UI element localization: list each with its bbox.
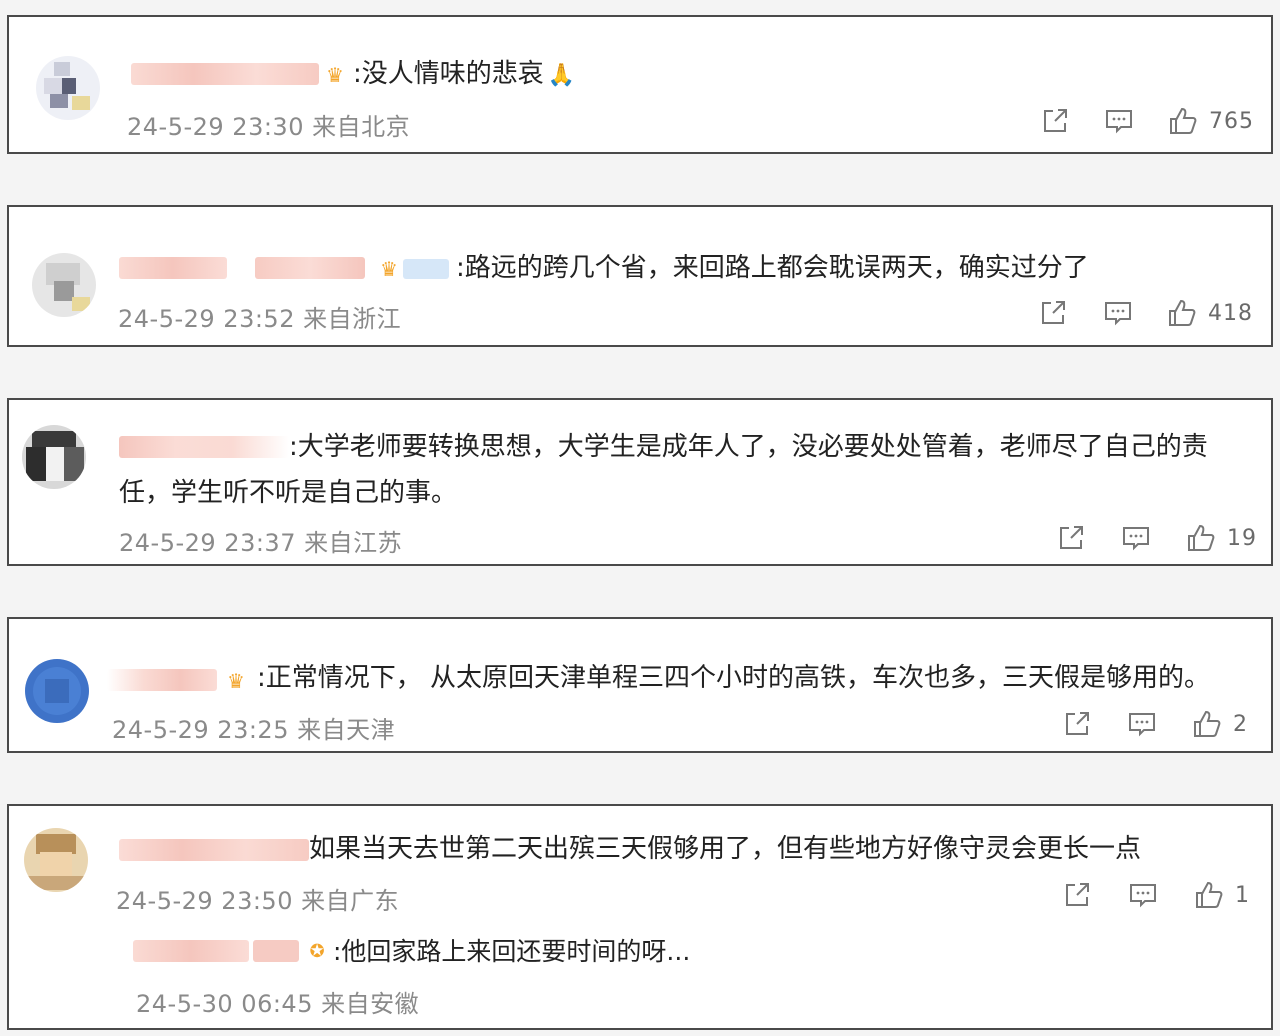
comment-button[interactable]	[1102, 297, 1134, 329]
timestamp: 24-5-29 23:52	[118, 305, 295, 333]
comment-card: ♛ :路远的跨几个省，来回路上都会耽误两天，确实过分了 24-5-29 23:5…	[7, 205, 1273, 347]
reply-text: :他回家路上来回还要时间的呀...	[333, 937, 691, 966]
like-count: 2	[1233, 711, 1248, 737]
crown-badge-icon: ♛	[380, 257, 398, 281]
blurred-username[interactable]	[119, 257, 227, 279]
blurred-username[interactable]	[133, 940, 249, 962]
share-button[interactable]	[1039, 105, 1071, 137]
blurred-username[interactable]	[131, 63, 319, 85]
like-button[interactable]: 2	[1191, 708, 1248, 740]
location: 来自江苏	[304, 529, 403, 557]
praying-hands-icon: 🙏	[547, 63, 576, 88]
comment-icon	[1126, 708, 1158, 740]
share-icon	[1037, 297, 1069, 329]
comment-meta: 24-5-29 23:30 来自北京	[127, 107, 410, 142]
blurred-username[interactable]	[119, 436, 289, 458]
blurred-username[interactable]	[107, 669, 217, 691]
like-count: 19	[1227, 525, 1257, 551]
thumbs-up-icon	[1185, 522, 1217, 554]
comment-text: :路远的跨几个省，来回路上都会耽误两天，确实过分了	[456, 253, 1089, 283]
thumbs-up-icon	[1193, 879, 1225, 911]
reply-meta: 24-5-30 06:45 来自安徽	[136, 984, 419, 1019]
share-icon	[1061, 708, 1093, 740]
timestamp: 24-5-29 23:30	[127, 113, 304, 141]
like-button[interactable]: 765	[1167, 105, 1254, 137]
comment-icon	[1103, 105, 1135, 137]
share-button[interactable]	[1061, 708, 1093, 740]
comment-button[interactable]	[1126, 708, 1158, 740]
comment-button[interactable]	[1103, 105, 1135, 137]
comment-meta: 24-5-29 23:37 来自江苏	[119, 523, 402, 558]
blurred-username[interactable]	[119, 839, 309, 861]
like-button[interactable]: 1	[1193, 879, 1250, 911]
location: 来自浙江	[303, 305, 402, 333]
comment-meta: 24-5-29 23:52 来自浙江	[118, 299, 401, 334]
comment-card: ♛ :没人情味的悲哀 🙏 24-5-29 23:30 来自北京 765	[7, 15, 1273, 154]
comment-text: :大学老师要转换思想，大学生是成年人了，没必要处处管着，老师尽了自己的责	[289, 432, 1208, 462]
thumbs-up-icon	[1167, 105, 1199, 137]
blurred-username[interactable]	[253, 940, 299, 962]
like-count: 765	[1209, 108, 1254, 134]
timestamp: 24-5-29 23:25	[112, 716, 289, 744]
like-count: 1	[1235, 882, 1250, 908]
crown-badge-icon: ♛	[227, 669, 245, 693]
timestamp: 24-5-29 23:37	[119, 529, 296, 557]
verified-badge-icon: ✪	[309, 941, 325, 962]
share-button[interactable]	[1037, 297, 1069, 329]
share-icon	[1061, 879, 1093, 911]
like-count: 418	[1208, 300, 1253, 326]
comment-text: 如果当天去世第二天出殡三天假够用了，但有些地方好像守灵会更长一点	[309, 834, 1142, 864]
like-button[interactable]: 19	[1185, 522, 1257, 554]
location: 来自天津	[297, 716, 396, 744]
thumbs-up-icon	[1166, 297, 1198, 329]
comment-card: ♛ :正常情况下， 从太原回天津单程三四个小时的高铁，车次也多，三天假是够用的。…	[7, 617, 1273, 753]
comment-text: :正常情况下， 从太原回天津单程三四个小时的高铁，车次也多，三天假是够用的。	[257, 663, 1211, 693]
avatar[interactable]	[24, 828, 88, 892]
share-icon	[1055, 522, 1087, 554]
comment-button[interactable]	[1120, 522, 1152, 554]
thumbs-up-icon	[1191, 708, 1223, 740]
comment-icon	[1127, 879, 1159, 911]
comment-button[interactable]	[1127, 879, 1159, 911]
avatar[interactable]	[22, 425, 86, 489]
avatar[interactable]	[25, 659, 89, 723]
crown-badge-icon: ♛	[326, 63, 344, 87]
comment-text-continued: 任，学生听不听是自己的事。	[119, 478, 458, 508]
timestamp: 24-5-30 06:45	[136, 990, 313, 1018]
comment-meta: 24-5-29 23:50 来自广东	[116, 881, 399, 916]
like-button[interactable]: 418	[1166, 297, 1253, 329]
location: 来自北京	[312, 113, 411, 141]
location: 来自安徽	[321, 990, 420, 1018]
timestamp: 24-5-29 23:50	[116, 887, 293, 915]
comment-text: :没人情味的悲哀 🙏	[353, 59, 576, 89]
blurred-username[interactable]	[255, 257, 365, 279]
share-button[interactable]	[1061, 879, 1093, 911]
comment-icon	[1102, 297, 1134, 329]
share-icon	[1039, 105, 1071, 137]
avatar[interactable]	[32, 253, 96, 317]
comment-meta: 24-5-29 23:25 来自天津	[112, 710, 395, 745]
comment-card: 如果当天去世第二天出殡三天假够用了，但有些地方好像守灵会更长一点 24-5-29…	[7, 804, 1273, 1030]
share-button[interactable]	[1055, 522, 1087, 554]
location: 来自广东	[301, 887, 400, 915]
avatar[interactable]	[36, 56, 100, 120]
comment-icon	[1120, 522, 1152, 554]
comment-card: :大学老师要转换思想，大学生是成年人了，没必要处处管着，老师尽了自己的责 任，学…	[7, 398, 1273, 566]
level-badge	[403, 259, 449, 279]
